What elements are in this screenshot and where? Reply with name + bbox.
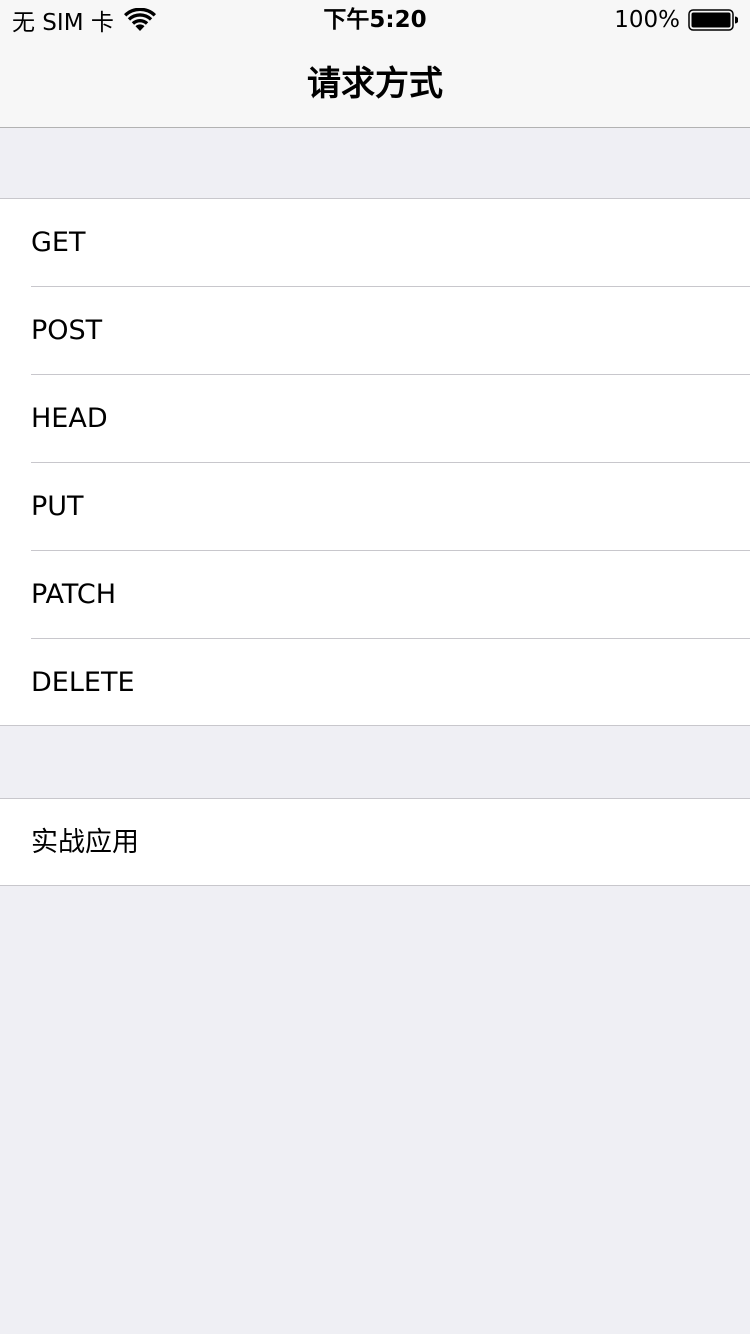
list-item-patch[interactable]: PATCH: [0, 551, 750, 639]
list-item-get[interactable]: GET: [0, 199, 750, 287]
list-item-head[interactable]: HEAD: [0, 375, 750, 463]
list-item-delete[interactable]: DELETE: [0, 639, 750, 727]
list-item-post[interactable]: POST: [0, 287, 750, 375]
status-right: 100%: [614, 5, 738, 35]
list-item-practical-application[interactable]: 实战应用: [0, 799, 750, 887]
list-item-label: 实战应用: [31, 827, 139, 858]
request-method-list: GET POST HEAD PUT PATCH DELETE: [0, 198, 750, 726]
status-bar: 无 SIM 卡 下午5:20 100%: [0, 0, 750, 40]
list-item-label: POST: [31, 315, 103, 346]
list-item-label: HEAD: [31, 403, 108, 434]
list-item-label: DELETE: [31, 667, 135, 698]
list-item-put[interactable]: PUT: [0, 463, 750, 551]
page-title: 请求方式: [307, 64, 443, 104]
practical-application-list: 实战应用: [0, 798, 750, 886]
battery-percent: 100%: [614, 7, 680, 33]
navigation-bar: 请求方式: [0, 40, 750, 128]
list-item-label: PATCH: [31, 579, 116, 610]
list-item-label: GET: [31, 227, 86, 258]
list-item-label: PUT: [31, 491, 84, 522]
battery-icon: [688, 9, 738, 31]
